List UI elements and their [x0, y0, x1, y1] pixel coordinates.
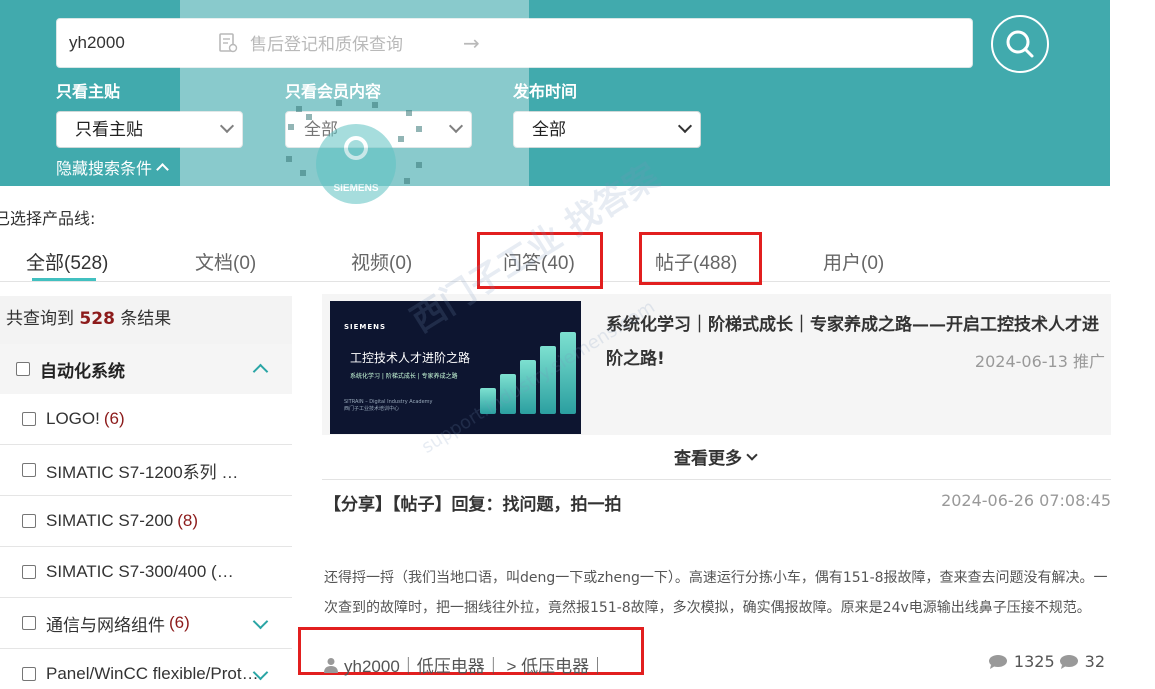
- category-checkbox[interactable]: [22, 616, 36, 630]
- post-date: 2024-06-26 07:08:45: [941, 491, 1111, 510]
- post-view-count: 1325: [1013, 652, 1055, 671]
- banner-title: 工控技术人才进阶之路: [350, 351, 471, 365]
- post-excerpt: 还得捋一捋（我们当地口语，叫deng一下或zheng一下）。高速运行分拣小车，偶…: [324, 570, 1108, 616]
- service-overlay: 售后登记和质保查询 → SIEMENS: [180, 0, 529, 204]
- chevron-down-icon: [746, 448, 758, 461]
- search-button[interactable]: [991, 15, 1049, 73]
- category-item-count: (8): [177, 511, 199, 530]
- active-tab-indicator: [32, 278, 96, 281]
- category-automation[interactable]: 自动化系统: [0, 344, 292, 394]
- comment-bubble-icon: [988, 654, 1007, 669]
- document-icon: [219, 32, 238, 52]
- category-checkbox[interactable]: [22, 565, 36, 579]
- banner-step-bar: [500, 374, 516, 414]
- post-meta: yh2000｜低压电器｜ > 低压电器｜: [324, 652, 606, 677]
- banner-step-bar: [520, 360, 536, 414]
- filter-label-main-post: 只看主贴: [56, 82, 121, 101]
- post-stats: 1325 32: [988, 652, 1105, 671]
- banner-footer: SITRAIN – Digital Industry Academy 西门子工业…: [344, 399, 432, 413]
- chevron-down-icon[interactable]: [252, 613, 269, 630]
- banner-step-bar: [480, 388, 496, 414]
- category-sidebar: 共查询到 528 条结果 自动化系统 LOGO! (6) SIMATIC S7-1…: [0, 296, 292, 689]
- selected-product-line-label: 已选择产品线:: [0, 209, 96, 228]
- result-count-suffix: 条结果: [120, 309, 172, 329]
- search-header: 只看主贴 只看会员内容 发布时间 只看主贴 全部 全部 隐藏搜索条件: [0, 0, 1110, 186]
- warranty-query-link[interactable]: 售后登记和质保查询 →: [218, 30, 480, 55]
- qr-code: SIEMENS: [276, 96, 436, 204]
- publish-time-select[interactable]: 全部: [513, 111, 701, 148]
- tab-videos[interactable]: 视频(0): [351, 248, 412, 275]
- category-item-network[interactable]: 通信与网络组件 (6): [0, 598, 292, 649]
- highlight-box-qa: [477, 232, 603, 289]
- category-checkbox[interactable]: [22, 412, 36, 426]
- hide-search-conditions-link[interactable]: 隐藏搜索条件: [56, 155, 169, 179]
- search-icon: [1006, 30, 1034, 58]
- publish-time-select-value: 全部: [532, 120, 566, 139]
- category-checkbox[interactable]: [22, 463, 36, 477]
- category-head-label: 自动化系统: [40, 361, 125, 382]
- hide-search-conditions-label: 隐藏搜索条件: [56, 159, 153, 178]
- result-count: 共查询到 528 条结果: [0, 296, 292, 344]
- category-item-s7-200[interactable]: SIMATIC S7-200 (8): [0, 496, 292, 547]
- chevron-up-icon[interactable]: [252, 363, 269, 380]
- person-icon: [324, 657, 338, 673]
- tab-users[interactable]: 用户(0): [823, 248, 884, 275]
- banner-footer-line2: 西门子工业技术培训中心: [344, 406, 400, 412]
- category-checkbox[interactable]: [22, 667, 36, 681]
- promo-date: 2024-06-13 推广: [974, 352, 1105, 371]
- divider: [322, 479, 1111, 480]
- category-item-count: (6): [103, 409, 125, 428]
- category-item-label: SIMATIC S7-1200系列 …: [46, 462, 239, 482]
- post-reply-count: 32: [1084, 652, 1105, 671]
- arrow-right-icon: →: [463, 30, 480, 55]
- banner-footer-line1: SITRAIN – Digital Industry Academy: [344, 399, 433, 405]
- tab-documents[interactable]: 文档(0): [195, 248, 256, 275]
- warranty-query-label: 售后登记和质保查询: [250, 35, 403, 55]
- category-item-label: LOGO!: [46, 409, 100, 428]
- category-item-label: Panel/WinCC flexible/Prot…: [46, 664, 259, 683]
- category-checkbox[interactable]: [22, 514, 36, 528]
- banner-subtitle: 系统化学习 | 阶梯式成长 | 专家养成之路: [350, 373, 458, 380]
- comment-bubble-icon: [1059, 654, 1078, 669]
- gear-icon: [344, 136, 368, 160]
- category-item-label: SIMATIC S7-300/400 (…: [46, 562, 234, 581]
- category-item-label: SIMATIC S7-200: [46, 511, 174, 530]
- post-title-link[interactable]: 【分享】【帖子】回复：找问题，拍一拍: [324, 490, 622, 515]
- banner-step-bar: [540, 346, 556, 414]
- view-more-label: 查看更多: [674, 449, 742, 469]
- banner-brand: SIEMENS: [344, 323, 387, 331]
- chevron-down-icon: [677, 118, 693, 134]
- post-meta-text[interactable]: yh2000｜低压电器｜ > 低压电器｜: [344, 652, 606, 677]
- chevron-up-icon: [156, 163, 169, 176]
- category-item-s7-1200[interactable]: SIMATIC S7-1200系列 …: [0, 445, 292, 496]
- category-item-count: (6): [169, 613, 190, 632]
- promo-banner-image[interactable]: SIEMENS 工控技术人才进阶之路 系统化学习 | 阶梯式成长 | 专家养成之…: [330, 301, 581, 434]
- banner-step-bar: [560, 332, 576, 414]
- main-post-select-value: 只看主贴: [75, 120, 143, 139]
- category-item-label: 通信与网络组件: [46, 615, 165, 635]
- category-checkbox[interactable]: [16, 362, 30, 376]
- result-count-prefix: 共查询到: [6, 309, 74, 329]
- result-count-number: 528: [79, 309, 115, 329]
- view-more-button[interactable]: 查看更多: [674, 444, 758, 469]
- category-item-logo[interactable]: LOGO! (6): [0, 394, 292, 445]
- category-item-s7-300-400[interactable]: SIMATIC S7-300/400 (…: [0, 547, 292, 598]
- category-item-panel-wincc[interactable]: Panel/WinCC flexible/Prot…: [0, 649, 292, 689]
- tab-all[interactable]: 全部(528): [26, 248, 108, 275]
- highlight-box-posts: [639, 232, 762, 285]
- promo-card[interactable]: SIEMENS 工控技术人才进阶之路 系统化学习 | 阶梯式成长 | 专家养成之…: [322, 294, 1111, 435]
